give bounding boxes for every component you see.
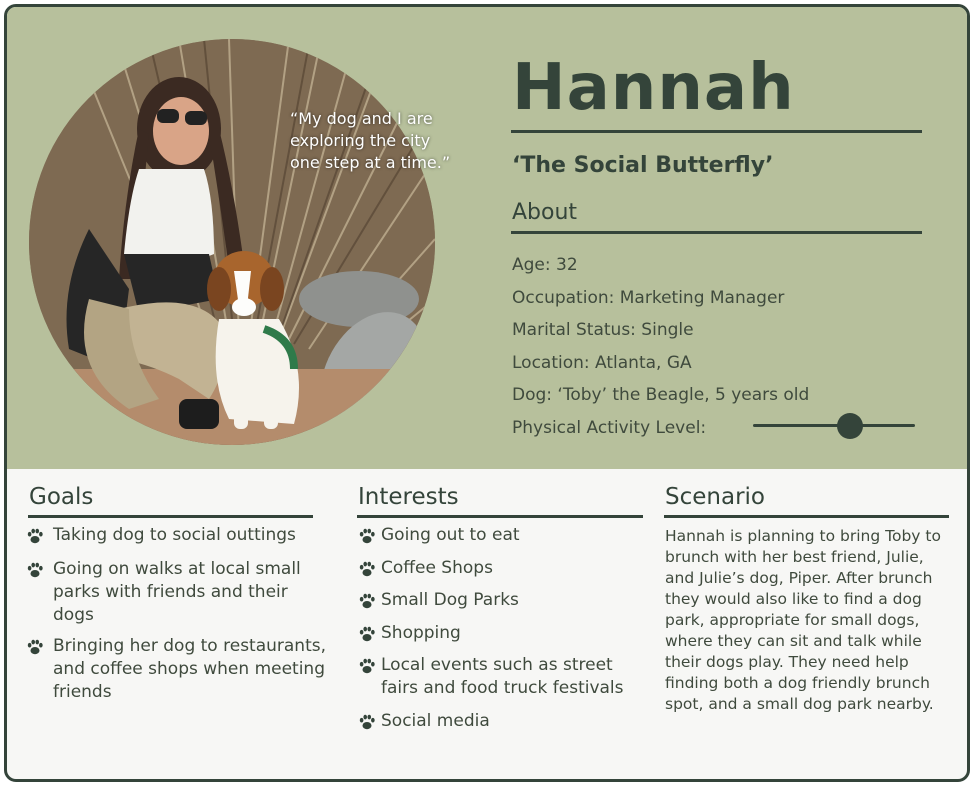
- paw-print-icon: [359, 714, 375, 730]
- goal-item: Going on walks at local small parks with…: [27, 558, 333, 627]
- goal-item-text: Bringing her dog to restaurants, and cof…: [53, 636, 327, 702]
- interest-item-text: Local events such as street fairs and fo…: [381, 655, 624, 698]
- goals-divider: [28, 515, 313, 518]
- interests-divider: [357, 515, 643, 518]
- interests-heading: Interests: [358, 484, 459, 510]
- interest-item-text: Going out to eat: [381, 525, 520, 545]
- paw-print-icon: [27, 528, 43, 544]
- fact-dog: Dog: ‘Toby’ the Beagle, 5 years old: [512, 385, 810, 405]
- interest-item: Social media: [359, 710, 651, 733]
- scenario-divider: [664, 515, 949, 518]
- fact-occupation: Occupation: Marketing Manager: [512, 288, 785, 308]
- goal-item-text: Taking dog to social outtings: [53, 525, 296, 545]
- goals-heading: Goals: [29, 484, 94, 510]
- goal-item-text: Going on walks at local small parks with…: [53, 559, 301, 625]
- goal-item: Taking dog to social outtings: [27, 524, 333, 547]
- persona-photo: [29, 39, 435, 445]
- fact-activity-label: Physical Activity Level:: [512, 418, 707, 438]
- activity-level-track: [753, 424, 915, 427]
- persona-header-panel: “My dog and I are exploring the city one…: [7, 7, 967, 469]
- interest-item-text: Social media: [381, 711, 490, 731]
- paw-print-icon: [359, 593, 375, 609]
- fact-age: Age: 32: [512, 255, 578, 275]
- interest-item: Small Dog Parks: [359, 589, 651, 612]
- persona-card: “My dog and I are exploring the city one…: [4, 4, 970, 782]
- about-heading: About: [512, 200, 578, 225]
- scenario-heading: Scenario: [665, 484, 765, 510]
- interest-item-text: Small Dog Parks: [381, 590, 519, 610]
- paw-print-icon: [359, 658, 375, 674]
- name-divider: [511, 130, 922, 133]
- persona-name: Hannah: [512, 51, 795, 125]
- activity-level-knob: [837, 413, 864, 439]
- scenario-text: Hannah is planning to bring Toby to brun…: [665, 527, 941, 713]
- interest-item: Local events such as street fairs and fo…: [359, 654, 651, 700]
- interest-item-text: Shopping: [381, 623, 461, 643]
- interest-item: Going out to eat: [359, 524, 651, 547]
- paw-print-icon: [27, 562, 43, 578]
- paw-print-icon: [359, 626, 375, 642]
- paw-print-icon: [27, 639, 43, 655]
- paw-print-icon: [359, 561, 375, 577]
- goal-item: Bringing her dog to restaurants, and cof…: [27, 635, 338, 704]
- about-divider: [511, 231, 922, 234]
- persona-nickname: ‘The Social Butterfly’: [512, 153, 774, 178]
- fact-location: Location: Atlanta, GA: [512, 353, 692, 373]
- interest-item: Coffee Shops: [359, 557, 651, 580]
- interest-item-text: Coffee Shops: [381, 558, 493, 578]
- persona-quote: “My dog and I are exploring the city one…: [290, 109, 451, 172]
- fact-marital-status: Marital Status: Single: [512, 320, 694, 340]
- interest-item: Shopping: [359, 622, 651, 645]
- paw-print-icon: [359, 528, 375, 544]
